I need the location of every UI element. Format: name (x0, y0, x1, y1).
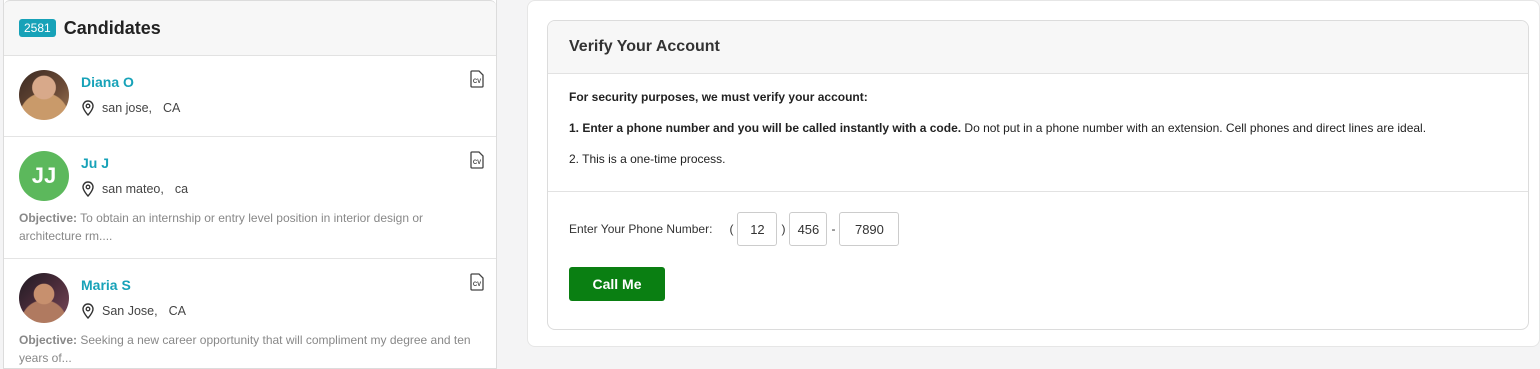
close-paren: ) (781, 222, 786, 236)
phone-line-input[interactable] (839, 212, 900, 246)
candidate-city: San Jose, (102, 304, 158, 318)
candidate-avatar[interactable] (19, 273, 69, 323)
verify-title: Verify Your Account (569, 38, 720, 55)
candidate-name[interactable]: Ju J (81, 155, 188, 171)
verify-container: Verify Your Account For security purpose… (527, 0, 1540, 347)
candidate-state: CA (163, 101, 181, 115)
open-paren: ( (729, 222, 734, 236)
objective-text: Seeking a new career opportunity that wi… (19, 333, 471, 365)
objective-label: Objective: (19, 333, 78, 347)
verify-step-1-rest: Do not put in a phone number with an ext… (961, 121, 1427, 135)
phone-prefix-input[interactable] (789, 212, 828, 246)
candidate-objective: Objective: To obtain an internship or en… (19, 209, 481, 245)
verify-intro: For security purposes, we must verify yo… (569, 90, 1507, 105)
cv-document-icon[interactable]: CV (469, 70, 485, 88)
location-pin-icon (82, 181, 94, 197)
candidate-city: san jose, (102, 101, 153, 115)
svg-text:CV: CV (473, 79, 481, 85)
candidate-card[interactable]: Maria S San Jose, CA Objective: Seeking … (4, 259, 496, 368)
candidates-header: 2581 Candidates (4, 0, 496, 56)
verify-header: Verify Your Account (548, 21, 1528, 74)
svg-text:CV: CV (473, 282, 481, 288)
candidate-name[interactable]: Maria S (81, 277, 186, 293)
verify-step-1: 1. Enter a phone number and you will be … (569, 121, 1507, 136)
candidate-location: san mateo, ca (81, 181, 188, 197)
verify-intro-text: For security purposes, we must verify yo… (569, 90, 868, 104)
candidate-count-badge: 2581 (19, 19, 56, 37)
candidate-location: San Jose, CA (81, 303, 186, 319)
area-code-input[interactable] (737, 212, 778, 246)
candidate-avatar-initials[interactable]: JJ (19, 151, 69, 201)
location-pin-icon (82, 100, 94, 116)
phone-dash: - (831, 222, 836, 236)
candidate-card[interactable]: Diana O san jose, CA CV (4, 56, 496, 137)
call-me-button[interactable]: Call Me (569, 267, 665, 301)
candidate-objective: Objective: Seeking a new career opportun… (19, 331, 481, 367)
objective-text: To obtain an internship or entry level p… (19, 211, 424, 243)
candidate-state: ca (174, 182, 189, 196)
candidate-name[interactable]: Diana O (81, 74, 180, 90)
phone-input-row: Enter Your Phone Number: ( ) - (548, 192, 1528, 246)
candidate-card[interactable]: JJ Ju J san mateo, ca Objective: To obta… (4, 137, 496, 259)
candidate-city: san mateo, (102, 182, 164, 196)
candidates-panel: 2581 Candidates Diana O san jose, CA CV … (3, 0, 497, 369)
svg-text:CV: CV (473, 160, 481, 166)
candidates-title: Candidates (63, 17, 161, 38)
verify-step-1-bold: 1. Enter a phone number and you will be … (569, 121, 962, 135)
candidate-state: CA (168, 304, 186, 318)
objective-label: Objective: (19, 211, 78, 225)
candidate-location: san jose, CA (81, 100, 180, 116)
candidate-avatar[interactable] (19, 70, 69, 120)
cv-document-icon[interactable]: CV (469, 151, 485, 169)
verify-step-2: 2. This is a one-time process. (569, 152, 726, 166)
verify-card: Verify Your Account For security purpose… (547, 20, 1529, 330)
phone-label: Enter Your Phone Number: (569, 222, 713, 236)
cv-document-icon[interactable]: CV (469, 273, 485, 291)
verify-instructions: For security purposes, we must verify yo… (548, 74, 1528, 192)
location-pin-icon (82, 303, 94, 319)
